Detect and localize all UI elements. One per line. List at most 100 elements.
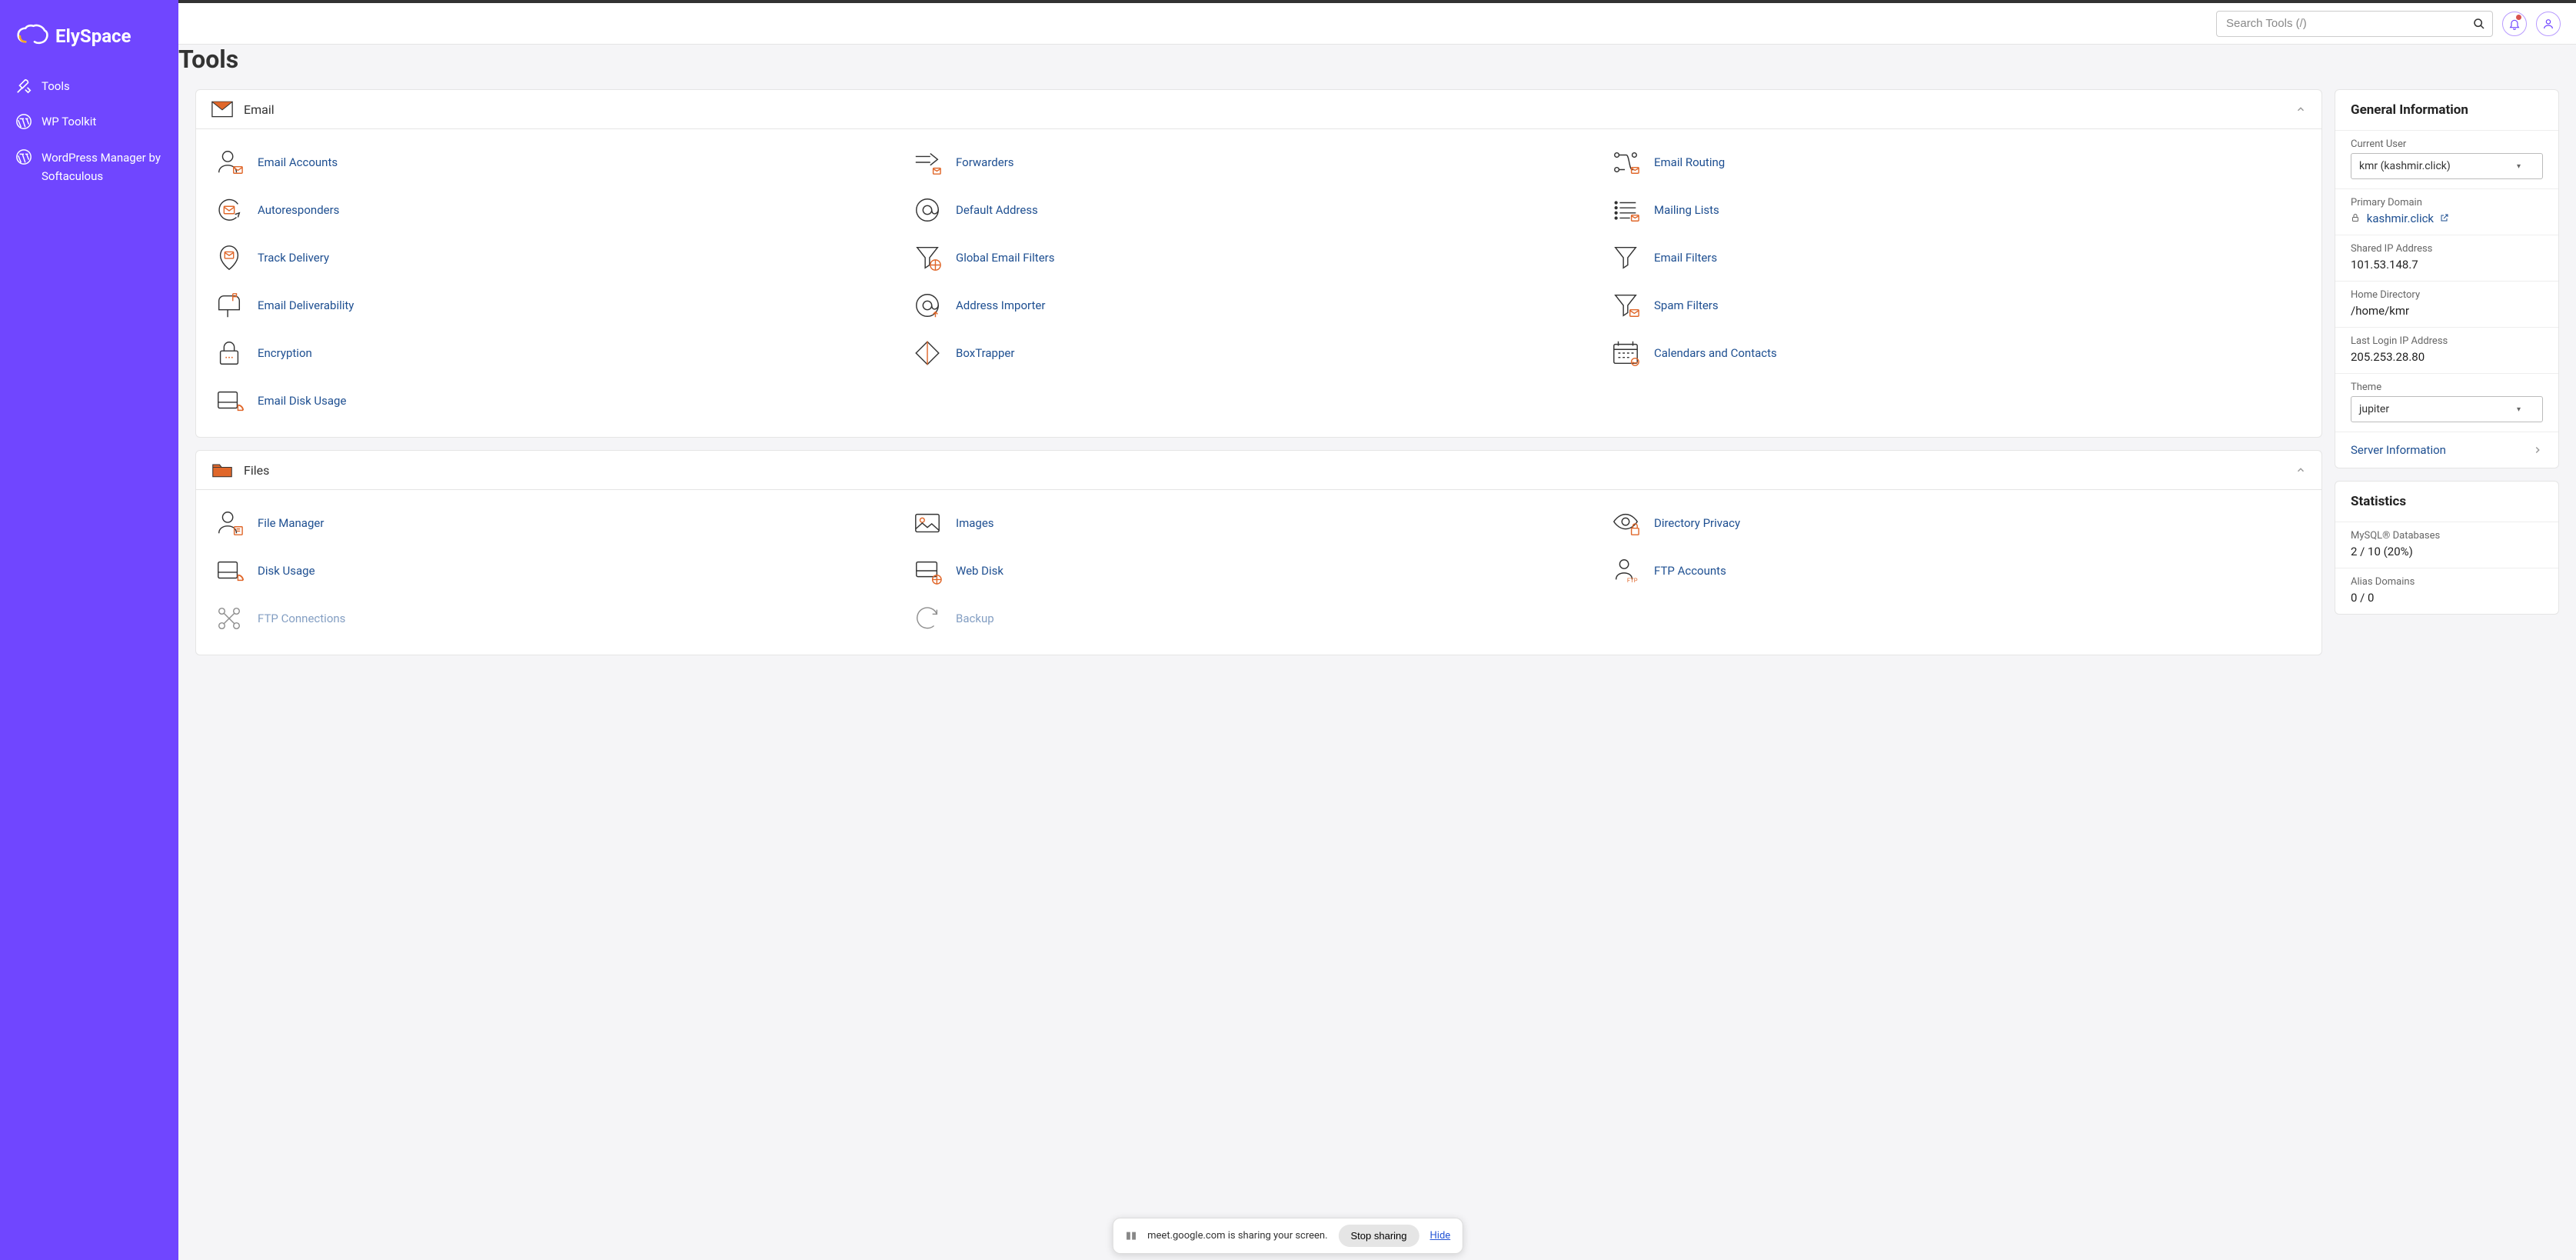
tool-email-routing[interactable]: Email Routing — [1608, 138, 2306, 186]
chevron-up-icon — [2295, 465, 2306, 475]
tool-label: Spam Filters — [1654, 298, 1719, 312]
tool-address-importer[interactable]: Address Importer — [910, 282, 1608, 329]
autorespond-icon — [215, 195, 244, 225]
tool-label: FTP Accounts — [1654, 564, 1726, 578]
tool-autoresponders[interactable]: Autoresponders — [211, 186, 910, 234]
sidebar-item-label: WP Toolkit — [42, 115, 96, 128]
tool-track-delivery[interactable]: Track Delivery — [211, 234, 910, 282]
server-information-link[interactable]: Server Information — [2335, 432, 2558, 468]
shared-ip-value: 101.53.148.7 — [2351, 258, 2543, 272]
wordpress-icon — [15, 148, 32, 165]
sidebar-item-wp-toolkit[interactable]: WP Toolkit — [0, 104, 178, 139]
cloud-icon — [15, 23, 49, 49]
tool-label: Email Filters — [1654, 251, 1717, 265]
tool-email-filters[interactable]: Email Filters — [1608, 234, 2306, 282]
tool-label: BoxTrapper — [956, 346, 1014, 360]
select-value: jupiter — [2359, 403, 2389, 415]
tool-web-disk[interactable]: Web Disk — [910, 547, 1608, 595]
last-login-value: 205.253.28.80 — [2351, 350, 2543, 364]
tool-label: Email Routing — [1654, 155, 1725, 169]
home-dir-value: /home/kmr — [2351, 304, 2543, 318]
tool-label: Global Email Filters — [956, 251, 1055, 265]
notification-dot — [2516, 15, 2521, 20]
disk-usage-icon — [215, 386, 244, 415]
panel-files: Files File Manager Images Directory Priv… — [195, 450, 2322, 655]
search-input[interactable] — [2216, 11, 2493, 37]
alias-label: Alias Domains — [2351, 576, 2543, 588]
tool-label: Default Address — [956, 203, 1038, 217]
lock-icon — [215, 338, 244, 368]
routing-icon — [1611, 148, 1640, 177]
share-host-text: meet.google.com is sharing your screen. — [1147, 1230, 1327, 1242]
tool-boxtrapper[interactable]: BoxTrapper — [910, 329, 1608, 377]
alias-value: 0 / 0 — [2351, 591, 2543, 605]
connections-icon — [215, 604, 244, 633]
filter-globe-icon — [913, 243, 942, 272]
spam-filter-icon — [1611, 291, 1640, 320]
tool-disk-usage[interactable]: Disk Usage — [211, 547, 910, 595]
user-icon — [2542, 18, 2554, 30]
panel-general-info: General Information Current User kmr (ka… — [2335, 89, 2559, 468]
tool-encryption[interactable]: Encryption — [211, 329, 910, 377]
user-account-button[interactable] — [2536, 12, 2561, 36]
calendar-icon — [1611, 338, 1640, 368]
panel-header-email[interactable]: Email — [196, 90, 2321, 129]
tool-label: Email Disk Usage — [258, 394, 346, 408]
panel-header-files[interactable]: Files — [196, 451, 2321, 490]
tool-spam-filters[interactable]: Spam Filters — [1608, 282, 2306, 329]
caret-down-icon: ▾ — [2517, 162, 2521, 171]
tool-label: Disk Usage — [258, 564, 315, 578]
tool-label: Mailing Lists — [1654, 203, 1719, 217]
notifications-button[interactable] — [2502, 12, 2527, 36]
panel-statistics: Statistics MySQL® Databases 2 / 10 (20%)… — [2335, 481, 2559, 615]
current-user-select[interactable]: kmr (kashmir.click) ▾ — [2351, 153, 2543, 179]
tool-email-accounts[interactable]: Email Accounts — [211, 138, 910, 186]
tool-email-disk-usage[interactable]: Email Disk Usage — [211, 377, 910, 425]
image-icon — [913, 508, 942, 538]
info-title: General Information — [2335, 90, 2558, 130]
hide-share-bar-link[interactable]: Hide — [1430, 1230, 1451, 1242]
tool-calendars-contacts[interactable]: Calendars and Contacts — [1608, 329, 2306, 377]
sidebar-item-label: WordPress Manager by Softaculous — [42, 148, 163, 185]
mysql-label: MySQL® Databases — [2351, 530, 2543, 542]
track-icon — [215, 243, 244, 272]
chevron-right-icon — [2532, 445, 2543, 455]
screen-share-bar: ▮▮ meet.google.com is sharing your scree… — [1113, 1218, 1463, 1254]
sidebar-item-label: Tools — [42, 79, 70, 93]
tool-global-filters[interactable]: Global Email Filters — [910, 234, 1608, 282]
tool-label: Email Deliverability — [258, 298, 354, 312]
tool-ftp-connections[interactable]: FTP Connections — [211, 595, 910, 642]
tool-directory-privacy[interactable]: Directory Privacy — [1608, 499, 2306, 547]
tool-label: Encryption — [258, 346, 312, 360]
primary-domain-label: Primary Domain — [2351, 197, 2543, 208]
tool-label: Email Accounts — [258, 155, 338, 169]
theme-select[interactable]: jupiter ▾ — [2351, 396, 2543, 422]
tool-label: File Manager — [258, 516, 324, 530]
pause-icon: ▮▮ — [1126, 1230, 1137, 1242]
tool-label: Autoresponders — [258, 203, 339, 217]
at-up-icon — [913, 291, 942, 320]
tool-backup[interactable]: Backup — [910, 595, 1608, 642]
select-value: kmr (kashmir.click) — [2359, 160, 2451, 172]
tool-file-manager[interactable]: File Manager — [211, 499, 910, 547]
current-user-label: Current User — [2351, 138, 2543, 150]
tool-label: Address Importer — [956, 298, 1045, 312]
sidebar-item-wp-manager[interactable]: WordPress Manager by Softaculous — [0, 139, 178, 195]
external-link-icon — [2440, 212, 2449, 225]
mysql-value: 2 / 10 (20%) — [2351, 545, 2543, 558]
filter-icon — [1611, 243, 1640, 272]
tool-deliverability[interactable]: Email Deliverability — [211, 282, 910, 329]
tool-mailing-lists[interactable]: Mailing Lists — [1608, 186, 2306, 234]
stop-sharing-button[interactable]: Stop sharing — [1339, 1225, 1419, 1247]
sidebar: ElySpace Tools WP Toolkit WordPress Mana… — [0, 0, 178, 1260]
tool-default-address[interactable]: Default Address — [910, 186, 1608, 234]
primary-domain-link[interactable]: kashmir.click — [2367, 212, 2434, 225]
user-mail-icon — [215, 148, 244, 177]
mailbox-icon — [215, 291, 244, 320]
tool-forwarders[interactable]: Forwarders — [910, 138, 1608, 186]
sidebar-item-tools[interactable]: Tools — [0, 68, 178, 104]
brand-logo[interactable]: ElySpace — [0, 15, 178, 68]
tool-ftp-accounts[interactable]: FTPFTP Accounts — [1608, 547, 2306, 595]
user-file-icon — [215, 508, 244, 538]
tool-images[interactable]: Images — [910, 499, 1608, 547]
